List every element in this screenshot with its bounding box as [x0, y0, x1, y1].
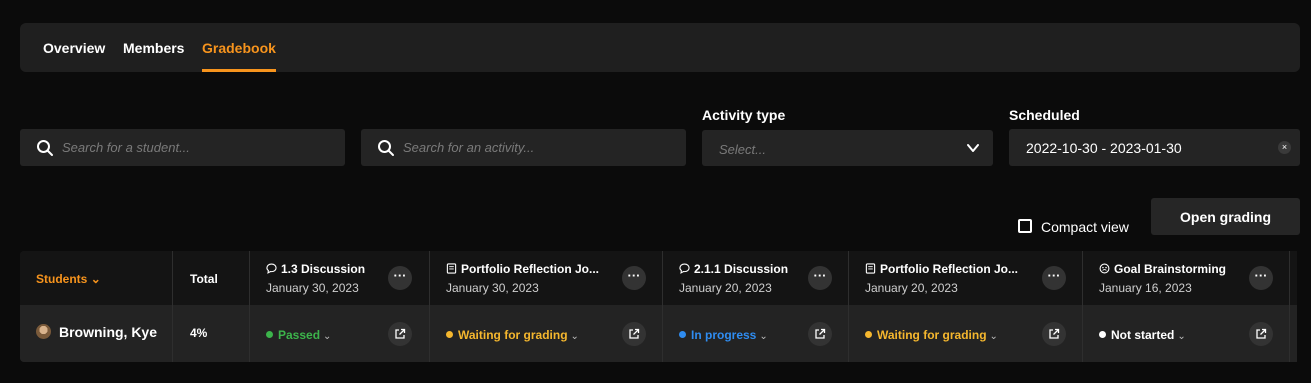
student-search-input[interactable] [62, 129, 332, 166]
total-column-header: Total [190, 272, 218, 286]
active-tab-indicator [202, 69, 276, 72]
status-dropdown[interactable]: Waiting for grading ⌄ [446, 328, 579, 342]
activity-type-placeholder: Select... [719, 142, 766, 157]
avatar [36, 324, 51, 339]
chevron-down-icon: ⌄ [90, 272, 101, 286]
external-link-icon [395, 328, 406, 339]
tab-gradebook[interactable]: Gradebook [202, 40, 276, 56]
activity-header-date: January 30, 2023 [266, 281, 359, 295]
activity-header-date: January 30, 2023 [446, 281, 539, 295]
book-icon [446, 263, 457, 274]
chevron-down-icon [967, 144, 979, 152]
more-options-button[interactable]: ··· [808, 266, 832, 290]
activity-header-title[interactable]: 2.1.1 Discussion [679, 262, 788, 276]
activity-header-title[interactable]: Portfolio Reflection Jo... [446, 262, 599, 276]
students-column-header[interactable]: Students ⌄ [36, 272, 101, 286]
activity-type-select[interactable]: Select... [702, 130, 993, 166]
status-dot [679, 331, 686, 338]
status-dot [865, 331, 872, 338]
chevron-down-icon: ⌄ [323, 331, 332, 342]
chat-icon [679, 263, 690, 274]
chat-icon [266, 263, 277, 274]
clear-icon[interactable]: × [1278, 141, 1291, 154]
scheduled-date-range[interactable]: 2022-10-30 - 2023-01-30 × [1009, 129, 1300, 166]
external-link-icon [1049, 328, 1060, 339]
scheduled-label: Scheduled [1009, 107, 1080, 123]
external-link-icon [629, 328, 640, 339]
chevron-down-icon: ⌄ [989, 331, 998, 342]
total-value: 4% [190, 326, 208, 340]
checkbox-icon[interactable] [1018, 219, 1032, 233]
tab-bar: Overview Members Gradebook [20, 23, 1300, 72]
student-search[interactable] [20, 129, 345, 166]
gradebook-table: Students ⌄ Total 1.3 Discussion January … [20, 251, 1300, 362]
external-link-button[interactable] [388, 322, 412, 346]
status-dot [446, 331, 453, 338]
activity-header-title[interactable]: Portfolio Reflection Jo... [865, 262, 1018, 276]
book-icon [865, 263, 876, 274]
status-dot [1099, 331, 1106, 338]
external-link-button[interactable] [1042, 322, 1066, 346]
more-options-button[interactable]: ··· [1042, 266, 1066, 290]
activity-header-title[interactable]: Goal Brainstorming [1099, 262, 1226, 276]
more-options-button[interactable]: ··· [388, 266, 412, 290]
external-link-icon [1256, 328, 1267, 339]
status-dropdown[interactable]: Not started ⌄ [1099, 328, 1186, 342]
scheduled-date-value: 2022-10-30 - 2023-01-30 [1026, 140, 1182, 156]
search-icon [37, 140, 53, 156]
compact-view-label: Compact view [1041, 219, 1129, 235]
activity-header-date: January 16, 2023 [1099, 281, 1192, 295]
external-link-button[interactable] [1249, 322, 1273, 346]
activity-header-date: January 20, 2023 [679, 281, 772, 295]
status-dot [266, 331, 273, 338]
external-link-icon [815, 328, 826, 339]
status-dropdown[interactable]: In progress ⌄ [679, 328, 768, 342]
activity-search[interactable] [361, 129, 686, 166]
more-options-button[interactable]: ··· [622, 266, 646, 290]
open-grading-button[interactable]: Open grading [1151, 198, 1300, 235]
chevron-down-icon: ⌄ [1177, 331, 1186, 342]
more-options-button[interactable]: ··· [1249, 266, 1273, 290]
status-dropdown[interactable]: Waiting for grading ⌄ [865, 328, 998, 342]
chevron-down-icon: ⌄ [570, 331, 579, 342]
search-icon [378, 140, 394, 156]
chevron-down-icon: ⌄ [759, 331, 768, 342]
external-link-button[interactable] [622, 322, 646, 346]
activity-type-label: Activity type [702, 107, 786, 123]
activity-header-title[interactable]: 1.3 Discussion [266, 262, 365, 276]
goal-icon [1099, 263, 1110, 274]
external-link-button[interactable] [808, 322, 832, 346]
student-name[interactable]: Browning, Kye [36, 324, 157, 340]
status-dropdown[interactable]: Passed ⌄ [266, 328, 331, 342]
tab-overview[interactable]: Overview [43, 40, 105, 56]
tab-members[interactable]: Members [123, 40, 184, 56]
table-scroll-edge [1297, 251, 1311, 362]
activity-header-date: January 20, 2023 [865, 281, 958, 295]
activity-search-input[interactable] [403, 129, 673, 166]
